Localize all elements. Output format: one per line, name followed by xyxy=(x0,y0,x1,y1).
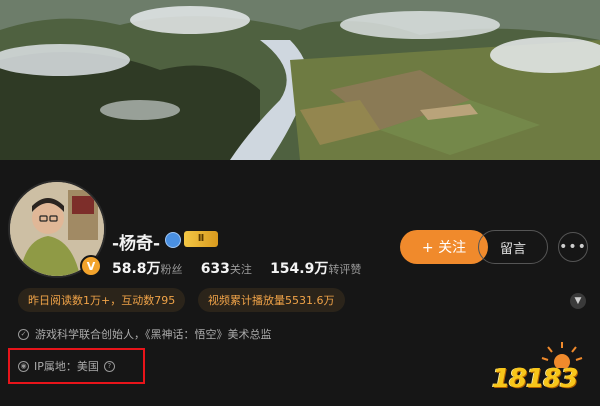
help-icon[interactable]: ? xyxy=(103,360,115,372)
blue-verified-icon xyxy=(165,232,181,248)
stat-followers-label: 粉丝 xyxy=(160,263,183,276)
follow-button[interactable]: + 关注 xyxy=(400,230,488,264)
profile-description: ✓ 游戏科学联合创始人，《黑神话：悟空》美术总监 xyxy=(18,326,272,342)
watermark-text: 18183 xyxy=(492,364,578,394)
reading-stats-tag: 昨日阅读数1万+，互动数795 xyxy=(18,288,186,312)
landscape-illustration xyxy=(0,0,600,160)
profile-stats: 58.8万粉丝 633关注 154.9万转评赞 xyxy=(112,258,375,278)
chevron-down-icon[interactable]: ▼ xyxy=(570,293,586,309)
video-plays-tag: 视频累计播放量5531.6万 xyxy=(198,288,345,312)
message-button[interactable]: 留言 xyxy=(478,230,548,264)
stat-following-value: 633 xyxy=(200,261,230,277)
description-text: 游戏科学联合创始人，《黑神话：悟空》美术总监 xyxy=(35,328,272,341)
location-icon: ◉ xyxy=(18,360,29,372)
watermark-logo: 18183 xyxy=(492,338,592,400)
crown-level-badge: Ⅱ xyxy=(184,231,218,247)
more-options-button[interactable]: ••• xyxy=(558,232,588,262)
stat-engagement-label: 转评赞 xyxy=(328,263,362,276)
stat-followers-value: 58.8万 xyxy=(112,261,161,277)
profile-name: -杨奇- xyxy=(112,234,161,254)
stat-following-label: 关注 xyxy=(229,263,252,276)
cover-image xyxy=(0,0,600,160)
verified-v-badge: V xyxy=(80,255,102,277)
ip-location: ◉ IP属地：美国 ? xyxy=(18,358,115,374)
ip-location-text: IP属地：美国 xyxy=(34,360,99,373)
shield-icon: ✓ xyxy=(18,328,29,340)
stat-engagement-value: 154.9万 xyxy=(270,261,329,277)
